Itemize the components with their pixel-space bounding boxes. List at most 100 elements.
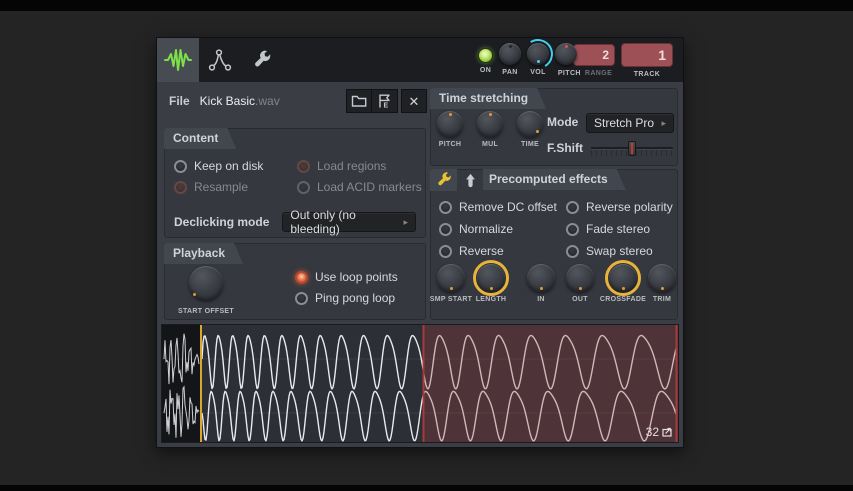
checkbox-normalize[interactable]: Normalize: [439, 222, 566, 236]
apply-effects-button[interactable]: [462, 172, 478, 190]
knob-out[interactable]: [566, 264, 594, 292]
on-led[interactable]: [478, 48, 493, 63]
close-icon: ✕: [408, 93, 420, 109]
playback-panel-title: Playback: [164, 243, 243, 264]
open-sample-button[interactable]: [346, 89, 372, 113]
sample-length-value: 32: [645, 425, 659, 439]
knob-indicator: [564, 45, 568, 48]
wrench-yellow-icon: [435, 171, 453, 189]
knob-indicator: [536, 130, 539, 133]
checkbox-keep-on-disk[interactable]: Keep on disk: [174, 159, 297, 173]
sample-length-badge: 32: [646, 425, 673, 439]
time-stretching-title: Time stretching: [430, 88, 546, 109]
file-row: File Kick Basic.wav E ✕: [169, 88, 427, 114]
folder-icon: [351, 94, 367, 108]
loop-region[interactable]: [423, 325, 678, 442]
led: [295, 291, 308, 305]
track-value[interactable]: 1: [621, 43, 673, 67]
vol-control: VOL: [519, 35, 557, 76]
precompute-tools-button[interactable]: [430, 169, 457, 191]
track-label: TRACK: [633, 71, 661, 78]
led: [439, 244, 452, 258]
knob-pan[interactable]: [499, 43, 521, 65]
checkbox-use-loop-points[interactable]: Use loop points: [295, 270, 398, 284]
wrench-icon: [251, 49, 273, 71]
led: [295, 270, 308, 284]
led: [566, 200, 579, 214]
knob-pitch[interactable]: [555, 43, 577, 65]
checkbox-load-regions[interactable]: Load regions: [297, 159, 422, 173]
led: [174, 180, 187, 194]
tab-envelope[interactable]: [199, 38, 241, 82]
checkbox-swap-stereo[interactable]: Swap stereo: [566, 244, 675, 258]
stretch-mode-dropdown[interactable]: Stretch Pro ▸: [586, 113, 674, 133]
led: [174, 159, 187, 173]
knob-smp-start[interactable]: [437, 264, 465, 292]
knob-trim[interactable]: [648, 264, 676, 292]
fshift-label: F.Shift: [547, 141, 583, 155]
knob-ts-mul[interactable]: [477, 111, 503, 137]
arrow-up-icon: [465, 173, 476, 189]
knob-indicator: [578, 287, 582, 290]
knob-indicator: [488, 113, 492, 116]
pitch-range-value[interactable]: 2: [573, 44, 615, 66]
pan-label: PAN: [502, 69, 518, 76]
unload-sample-button[interactable]: ✕: [401, 89, 427, 113]
knob-start-offset[interactable]: [189, 266, 223, 300]
loop-badge-icon: [662, 427, 673, 437]
waveform-display[interactable]: 32: [161, 324, 679, 443]
letterbox-top: [0, 0, 853, 11]
envelope-icon: [208, 48, 232, 72]
fshift-slider-handle[interactable]: [628, 141, 636, 156]
file-label: File: [169, 94, 190, 108]
knob-indicator: [621, 287, 625, 290]
knob-indicator: [448, 113, 452, 116]
checkbox-ping-pong-loop[interactable]: Ping pong loop: [295, 291, 398, 305]
vol-label: VOL: [530, 69, 546, 76]
knob-ts-pitch[interactable]: [437, 111, 463, 137]
edit-sample-icon: E: [377, 93, 392, 109]
chevron-right-icon: ▸: [661, 117, 666, 128]
knob-indicator: [536, 60, 540, 63]
stretch-mode-label: Mode: [547, 115, 579, 129]
knob-crossfade[interactable]: [605, 260, 641, 296]
time-stretching-panel: Time stretching PITCH MUL TIME Mode Stre…: [430, 88, 678, 166]
knob-indicator: [508, 45, 512, 48]
pan-control: PAN: [499, 43, 521, 76]
declicking-mode-label: Declicking mode: [174, 215, 270, 229]
channel-controls: ON PAN VOL 2 PITCH RANGE 1 TRACK: [472, 35, 683, 82]
start-offset-label: START OFFSET: [178, 308, 234, 315]
knob-indicator: [193, 293, 196, 296]
checkbox-resample[interactable]: Resample: [174, 180, 297, 194]
playback-panel: Playback START OFFSET Use loop points Pi…: [164, 243, 426, 320]
content-panel: Content Keep on disk Load regions Resamp…: [164, 128, 426, 238]
pitch-control: 2 PITCH RANGE: [555, 43, 615, 77]
precomputed-effects-panel: Precomputed effects Remove DC offset Rev…: [430, 169, 678, 320]
knob-length[interactable]: [473, 260, 509, 296]
led: [439, 222, 452, 236]
checkbox-reverse-polarity[interactable]: Reverse polarity: [566, 200, 675, 214]
waveform-icon: [164, 48, 192, 72]
checkbox-load-acid-markers[interactable]: Load ACID markers: [297, 180, 422, 194]
knob-vol[interactable]: [519, 35, 557, 73]
chevron-right-icon: ▸: [403, 216, 408, 227]
checkbox-remove-dc-offset[interactable]: Remove DC offset: [439, 200, 566, 214]
tab-sample[interactable]: [157, 38, 199, 82]
knob-indicator: [489, 287, 493, 290]
file-name[interactable]: Kick Basic.wav: [200, 94, 280, 108]
declicking-mode-dropdown[interactable]: Out only (no bleeding) ▸: [282, 208, 416, 236]
knob-ts-time[interactable]: [517, 111, 543, 137]
letterbox-bottom: [0, 485, 853, 491]
on-label: ON: [479, 67, 492, 74]
tab-functions[interactable]: [241, 38, 283, 82]
content-panel-title: Content: [164, 128, 236, 149]
checkbox-fade-stereo[interactable]: Fade stereo: [566, 222, 675, 236]
checkbox-reverse[interactable]: Reverse: [439, 244, 566, 258]
channel-settings-window: ON PAN VOL 2 PITCH RANGE 1 TRACK File Ki…: [156, 35, 684, 448]
precomputed-effects-title: Precomputed effects: [483, 169, 626, 190]
led: [297, 180, 310, 194]
edit-sample-button[interactable]: E: [372, 89, 398, 113]
knob-in[interactable]: [527, 264, 555, 292]
svg-text:E: E: [384, 103, 389, 110]
fshift-slider[interactable]: [591, 141, 673, 157]
